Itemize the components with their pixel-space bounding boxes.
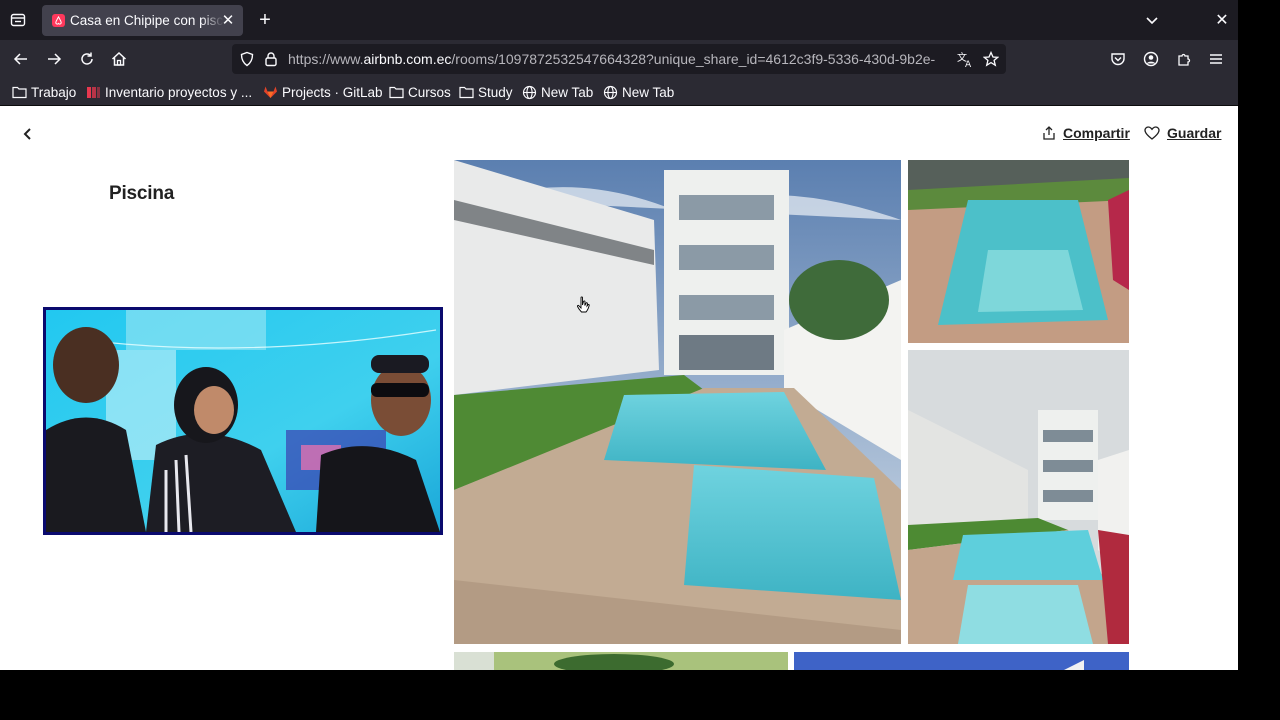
sky-photo[interactable]	[794, 652, 1129, 670]
folder-icon	[388, 84, 404, 100]
main-pool-photo[interactable]	[454, 160, 901, 644]
bookmark-label: Inventario proyectos y ...	[105, 84, 253, 100]
hamburger-icon	[1210, 54, 1222, 64]
pocket-button[interactable]	[1106, 47, 1130, 71]
new-tab-button[interactable]: +	[254, 8, 276, 32]
lock-icon[interactable]	[262, 50, 280, 68]
globe-icon	[521, 84, 537, 100]
url-text[interactable]: https://www.airbnb.com.ec/rooms/10978725…	[288, 51, 944, 67]
window-close-button[interactable]: ✕	[1211, 8, 1233, 32]
heart-icon	[1144, 126, 1160, 140]
reload-icon	[81, 52, 93, 65]
sheet-icon	[85, 84, 101, 100]
reload-button[interactable]	[75, 47, 99, 71]
home-button[interactable]	[107, 47, 131, 71]
navigation-toolbar: https://www.airbnb.com.ec/rooms/10978725…	[0, 40, 1238, 78]
bookmarks-toolbar: Trabajo Inventario proyectos y ... Proje…	[0, 78, 1238, 106]
bookmark-label: New Tab	[622, 84, 675, 100]
webcam-overlay	[43, 307, 443, 535]
share-icon	[1043, 126, 1055, 140]
bookmark-label: Study	[478, 84, 513, 100]
account-button[interactable]	[1139, 47, 1163, 71]
url-path: /rooms/1097872532547664328?unique_share_…	[451, 51, 936, 67]
tab-close-icon[interactable]: ✕	[219, 11, 237, 29]
url-host: airbnb.com.ec	[363, 51, 452, 67]
shield-icon[interactable]	[238, 50, 256, 68]
browser-window: Casa en Chipipe con piscina ✕ + ✕ https:…	[0, 0, 1238, 670]
screen-border-bottom	[0, 670, 1280, 720]
close-photo-tour-button[interactable]	[16, 122, 40, 146]
home-icon	[111, 51, 127, 66]
bookmark-new-tab-1[interactable]: New Tab	[521, 82, 593, 102]
tab-title: Casa en Chipipe con piscina	[70, 13, 224, 28]
airbnb-favicon-icon	[52, 14, 65, 27]
bookmark-gitlab[interactable]: Projects · GitLab	[262, 82, 383, 102]
forward-button[interactable]	[42, 47, 66, 71]
bookmark-label: Projects · GitLab	[282, 84, 383, 100]
section-title: Piscina	[109, 183, 175, 204]
url-prefix: https://www.	[288, 51, 364, 67]
firefox-view-icon	[10, 13, 26, 27]
bookmark-trabajo[interactable]: Trabajo	[11, 82, 76, 102]
extensions-button[interactable]	[1172, 47, 1196, 71]
arrow-left-icon	[13, 53, 27, 65]
back-button[interactable]	[9, 47, 33, 71]
webcam-image	[46, 310, 440, 532]
hand-cursor-icon	[576, 296, 590, 313]
share-label: Compartir	[1063, 125, 1130, 141]
share-button[interactable]: Compartir	[1042, 123, 1130, 143]
bookmark-label: New Tab	[541, 84, 594, 100]
chevron-left-icon	[23, 128, 31, 140]
globe-icon	[602, 84, 618, 100]
save-button[interactable]: Guardar	[1144, 123, 1221, 143]
tab-bar: Casa en Chipipe con piscina ✕ + ✕	[0, 0, 1238, 40]
bookmark-cursos[interactable]: Cursos	[388, 82, 451, 102]
arrow-right-icon	[48, 53, 62, 65]
bookmark-label: Cursos	[408, 84, 451, 100]
bookmark-star-icon[interactable]	[982, 50, 1000, 68]
bookmark-label: Trabajo	[31, 84, 77, 100]
folder-icon	[458, 84, 474, 100]
svg-text:A: A	[965, 60, 972, 68]
chevron-down-icon	[1146, 17, 1158, 25]
bookmark-inventario[interactable]: Inventario proyectos y ...	[85, 82, 252, 102]
list-all-tabs-button[interactable]	[1141, 8, 1163, 32]
save-label: Guardar	[1167, 125, 1222, 141]
gitlab-icon	[262, 84, 278, 100]
account-icon	[1143, 51, 1159, 67]
garden-photo[interactable]	[454, 652, 788, 670]
folder-icon	[11, 84, 27, 100]
bookmark-study[interactable]: Study	[458, 82, 513, 102]
translate-icon[interactable]: 文A	[956, 50, 974, 68]
url-bar[interactable]: https://www.airbnb.com.ec/rooms/10978725…	[232, 44, 1006, 74]
firefox-view-button[interactable]	[6, 8, 30, 32]
pool-top-view-photo[interactable]	[908, 160, 1129, 343]
pool-building-photo[interactable]	[908, 350, 1129, 644]
active-tab[interactable]: Casa en Chipipe con piscina ✕	[42, 5, 243, 36]
bookmark-new-tab-2[interactable]: New Tab	[602, 82, 674, 102]
menu-button[interactable]	[1204, 47, 1228, 71]
puzzle-icon	[1178, 53, 1191, 66]
pocket-icon	[1111, 53, 1125, 66]
screen-border-right	[1238, 0, 1280, 720]
